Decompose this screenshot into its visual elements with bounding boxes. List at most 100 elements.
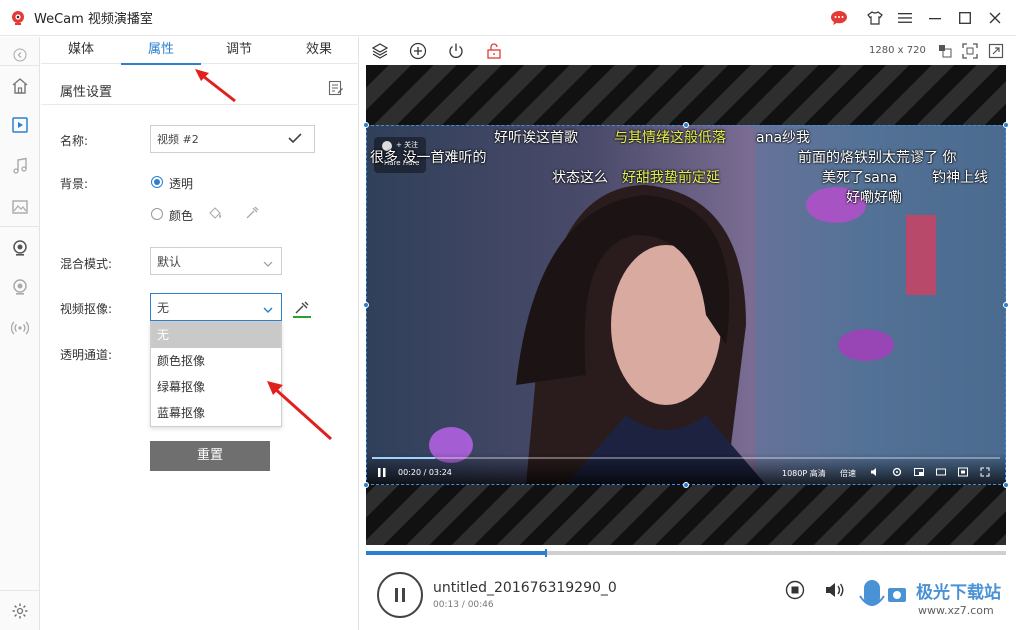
reset-button[interactable]: 重置 <box>150 441 270 471</box>
danmaku-3: ana纱我 <box>756 130 811 146</box>
stop-icon[interactable] <box>783 578 807 602</box>
section-title: 属性设置 <box>60 85 113 100</box>
minimize-icon[interactable] <box>922 5 948 31</box>
edit-note-icon[interactable] <box>328 80 344 96</box>
fullscreen-icon[interactable] <box>986 41 1006 61</box>
image-icon[interactable] <box>0 189 40 225</box>
chevron-down-icon <box>263 257 273 267</box>
pause-button[interactable] <box>377 572 423 618</box>
volume-icon[interactable] <box>870 467 880 477</box>
webcam-icon[interactable] <box>0 230 40 266</box>
left-rail <box>0 37 40 630</box>
webfullscreen-icon[interactable] <box>958 467 968 477</box>
tab-effects[interactable]: 效果 <box>279 37 359 64</box>
menu-icon[interactable] <box>892 5 918 31</box>
resize-handle[interactable] <box>683 122 689 128</box>
playback-seek-bar[interactable] <box>366 549 1006 557</box>
watermark-title: 极光下载站 <box>916 583 1001 603</box>
broadcast-icon[interactable] <box>0 310 40 346</box>
name-input[interactable]: 视频 #2 <box>150 125 315 153</box>
tab-adjust[interactable]: 调节 <box>199 37 279 64</box>
add-source-icon[interactable] <box>408 41 428 61</box>
title-bar: WeCam 视频演播室 <box>0 0 1016 36</box>
paint-bucket-icon[interactable] <box>207 205 223 224</box>
maximize-icon[interactable] <box>952 5 978 31</box>
annotation-arrow-icon <box>195 69 236 103</box>
video-pause-icon[interactable] <box>378 466 386 480</box>
eyedropper-icon[interactable] <box>292 299 312 322</box>
resize-handle[interactable] <box>1003 302 1009 308</box>
properties-panel: 媒体 属性 调节 效果 属性设置 名称: 视频 #2 背景: 透明 颜色 混合模… <box>41 37 359 630</box>
danmaku-10: 好嘞好嘞 <box>846 190 902 206</box>
video-quality[interactable]: 1080P 高清 <box>782 468 826 479</box>
keying-option-none[interactable]: 无 <box>151 322 281 348</box>
video-progress-bar[interactable] <box>372 457 1000 459</box>
settings-icon[interactable] <box>892 467 902 477</box>
video-frame[interactable]: + 关注 Hare Hare 好听诶这首歌 与其情绪这般低落 ana纱我 很多 … <box>366 125 1006 485</box>
tab-bar: 媒体 属性 调节 效果 <box>41 37 359 65</box>
seek-knob[interactable] <box>545 549 548 557</box>
close-icon[interactable] <box>982 5 1008 31</box>
danmaku-9: 钓神上线 <box>932 170 988 186</box>
keying-select[interactable]: 无 <box>150 293 282 321</box>
watermark: 极光下载站 www.xz7.com <box>858 574 1008 624</box>
annotation-arrow-icon <box>267 381 333 441</box>
color-picker-disabled-icon[interactable] <box>244 205 260 224</box>
resolution-label: 1280 x 720 <box>869 45 926 56</box>
resize-handle[interactable] <box>363 122 369 128</box>
fit-icon[interactable] <box>935 41 955 61</box>
resize-handle[interactable] <box>363 482 369 488</box>
skin-shirt-icon[interactable] <box>862 5 888 31</box>
home-icon[interactable] <box>0 68 40 104</box>
danmaku-8: 美死了sana <box>822 170 898 186</box>
preview-area: 1280 x 720 + 关注 Hare Hare 好听诶这首歌 与其情绪这般低… <box>360 37 1016 630</box>
watermark-url: www.xz7.com <box>918 604 994 617</box>
blend-mode-select[interactable]: 默认 <box>150 247 282 275</box>
danmaku-6: 状态这么 <box>552 170 608 186</box>
danmaku-4: 很多 没一首难听的 <box>370 150 487 166</box>
keying-option-color[interactable]: 颜色抠像 <box>151 348 281 374</box>
preview-toolbar: 1280 x 720 <box>360 37 1016 65</box>
resize-handle[interactable] <box>1003 482 1009 488</box>
keying-label: 视频抠像: <box>60 302 113 316</box>
settings-gear-icon[interactable] <box>0 593 40 629</box>
resize-handle[interactable] <box>363 302 369 308</box>
danmaku-1: 好听诶这首歌 <box>494 130 578 146</box>
blend-mode-value: 默认 <box>157 254 182 269</box>
speaker-icon[interactable] <box>823 578 847 602</box>
video-control-icons <box>870 467 1000 477</box>
resize-handle[interactable] <box>683 482 689 488</box>
widescreen-icon[interactable] <box>936 467 946 477</box>
chat-icon[interactable] <box>826 5 852 31</box>
video-controls: 00:20 / 03:24 1080P 高清 倍速 <box>366 453 1006 485</box>
bg-color-radio[interactable] <box>151 208 163 220</box>
fullscreen-video-icon[interactable] <box>980 467 990 477</box>
music-icon[interactable] <box>0 148 40 184</box>
video-time: 00:20 / 03:24 <box>398 468 452 477</box>
bg-transparent-radio[interactable] <box>151 176 163 188</box>
confirm-check-icon[interactable] <box>288 132 302 147</box>
resize-handle[interactable] <box>1003 122 1009 128</box>
keying-option-green[interactable]: 绿幕抠像 <box>151 374 281 400</box>
keying-option-blue[interactable]: 蓝幕抠像 <box>151 400 281 426</box>
video-speed[interactable]: 倍速 <box>840 468 856 479</box>
keying-value: 无 <box>157 300 170 315</box>
pip-icon[interactable] <box>914 467 924 477</box>
watermark-logo-icon <box>859 580 906 606</box>
file-time: 00:13 / 00:46 <box>433 600 494 610</box>
power-icon[interactable] <box>446 41 466 61</box>
danmaku-7: 好甜我蛰前定延 <box>622 170 720 186</box>
preview-canvas[interactable]: + 关注 Hare Hare 好听诶这首歌 与其情绪这般低落 ana纱我 很多 … <box>363 65 1009 545</box>
pause-icon <box>395 588 405 602</box>
seek-fill <box>366 551 546 555</box>
blend-label: 混合模式: <box>60 257 113 271</box>
unlock-icon[interactable] <box>484 41 504 61</box>
layers-icon[interactable] <box>370 41 390 61</box>
tab-media[interactable]: 媒体 <box>41 37 121 64</box>
bg-transparent-label: 透明 <box>169 177 194 191</box>
center-icon[interactable] <box>960 41 980 61</box>
tab-properties[interactable]: 属性 <box>121 37 201 65</box>
video-source-icon[interactable] <box>0 107 40 143</box>
app-title: WeCam 视频演播室 <box>34 12 153 27</box>
webcam-alt-icon[interactable] <box>0 269 40 305</box>
